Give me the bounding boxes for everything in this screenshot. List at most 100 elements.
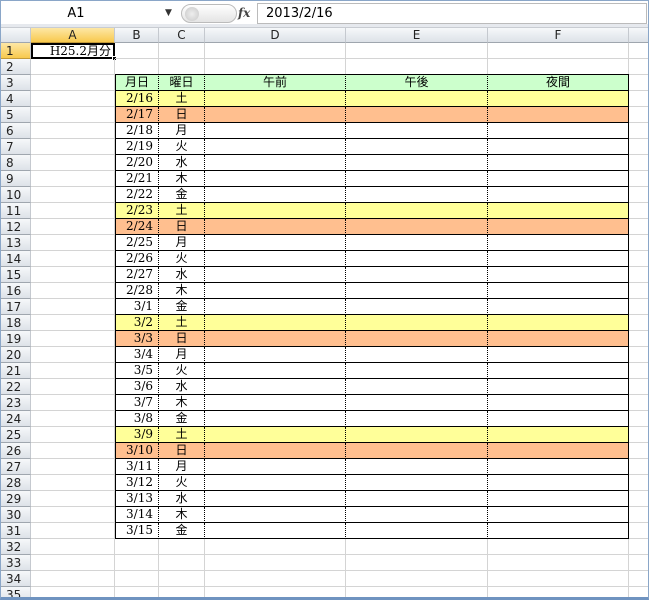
- cell[interactable]: [115, 571, 159, 587]
- afternoon-cell[interactable]: [346, 395, 488, 411]
- night-cell[interactable]: [488, 331, 629, 347]
- cell[interactable]: [629, 491, 648, 507]
- cell[interactable]: [31, 219, 115, 235]
- afternoon-cell[interactable]: [346, 315, 488, 331]
- cell[interactable]: [629, 251, 648, 267]
- cell[interactable]: [159, 59, 205, 75]
- row-header[interactable]: 17: [1, 299, 31, 315]
- row-header[interactable]: 31: [1, 523, 31, 539]
- date-cell[interactable]: 3/6: [115, 379, 159, 395]
- cell[interactable]: [159, 555, 205, 571]
- cell[interactable]: [629, 267, 648, 283]
- cell[interactable]: [31, 75, 115, 91]
- night-cell[interactable]: [488, 91, 629, 107]
- weekday-cell[interactable]: 木: [159, 395, 205, 411]
- night-cell[interactable]: [488, 235, 629, 251]
- cell[interactable]: [629, 475, 648, 491]
- night-cell[interactable]: [488, 491, 629, 507]
- cell[interactable]: [629, 315, 648, 331]
- afternoon-cell[interactable]: [346, 235, 488, 251]
- afternoon-cell[interactable]: [346, 251, 488, 267]
- column-header[interactable]: E: [346, 28, 488, 43]
- cell[interactable]: [629, 347, 648, 363]
- cell[interactable]: [629, 443, 648, 459]
- night-cell[interactable]: [488, 523, 629, 539]
- row-header[interactable]: 12: [1, 219, 31, 235]
- afternoon-cell[interactable]: [346, 475, 488, 491]
- weekday-cell[interactable]: 火: [159, 475, 205, 491]
- cell[interactable]: [31, 555, 115, 571]
- cell[interactable]: [629, 299, 648, 315]
- morning-cell[interactable]: [205, 155, 346, 171]
- morning-cell[interactable]: [205, 171, 346, 187]
- night-cell[interactable]: [488, 411, 629, 427]
- select-all-corner[interactable]: [1, 28, 31, 43]
- date-cell[interactable]: 2/25: [115, 235, 159, 251]
- afternoon-cell[interactable]: [346, 443, 488, 459]
- morning-cell[interactable]: [205, 331, 346, 347]
- table-header[interactable]: 月日: [115, 74, 159, 91]
- row-header[interactable]: 4: [1, 91, 31, 107]
- cell[interactable]: [31, 107, 115, 123]
- weekday-cell[interactable]: 水: [159, 267, 205, 283]
- afternoon-cell[interactable]: [346, 299, 488, 315]
- cell[interactable]: [31, 283, 115, 299]
- cell[interactable]: [31, 267, 115, 283]
- night-cell[interactable]: [488, 459, 629, 475]
- row-header[interactable]: 24: [1, 411, 31, 427]
- night-cell[interactable]: [488, 379, 629, 395]
- night-cell[interactable]: [488, 139, 629, 155]
- cell[interactable]: [488, 43, 629, 59]
- afternoon-cell[interactable]: [346, 123, 488, 139]
- cell[interactable]: [346, 587, 488, 597]
- cell[interactable]: [31, 459, 115, 475]
- row-header[interactable]: 22: [1, 379, 31, 395]
- cell[interactable]: [31, 539, 115, 555]
- date-cell[interactable]: 3/2: [115, 315, 159, 331]
- weekday-cell[interactable]: 土: [159, 427, 205, 443]
- cell[interactable]: [629, 235, 648, 251]
- column-header[interactable]: F: [488, 28, 629, 43]
- cell[interactable]: [115, 59, 159, 75]
- date-cell[interactable]: 3/12: [115, 475, 159, 491]
- weekday-cell[interactable]: 土: [159, 315, 205, 331]
- row-header[interactable]: 11: [1, 203, 31, 219]
- row-header[interactable]: 2: [1, 59, 31, 75]
- weekday-cell[interactable]: 金: [159, 411, 205, 427]
- night-cell[interactable]: [488, 443, 629, 459]
- afternoon-cell[interactable]: [346, 139, 488, 155]
- cell[interactable]: [31, 155, 115, 171]
- row-header[interactable]: 28: [1, 475, 31, 491]
- row-header[interactable]: 3: [1, 75, 31, 91]
- row-header[interactable]: 9: [1, 171, 31, 187]
- night-cell[interactable]: [488, 123, 629, 139]
- morning-cell[interactable]: [205, 443, 346, 459]
- cell[interactable]: [488, 587, 629, 597]
- afternoon-cell[interactable]: [346, 171, 488, 187]
- night-cell[interactable]: [488, 267, 629, 283]
- date-cell[interactable]: 3/1: [115, 299, 159, 315]
- row-header[interactable]: 13: [1, 235, 31, 251]
- cell[interactable]: [488, 59, 629, 75]
- date-cell[interactable]: 3/8: [115, 411, 159, 427]
- table-header[interactable]: 午後: [346, 74, 488, 91]
- cell[interactable]: [205, 43, 346, 59]
- night-cell[interactable]: [488, 203, 629, 219]
- table-header[interactable]: 曜日: [159, 74, 205, 91]
- column-header[interactable]: A: [31, 28, 115, 43]
- night-cell[interactable]: [488, 315, 629, 331]
- morning-cell[interactable]: [205, 475, 346, 491]
- afternoon-cell[interactable]: [346, 107, 488, 123]
- cell[interactable]: [629, 411, 648, 427]
- cell[interactable]: [31, 491, 115, 507]
- weekday-cell[interactable]: 月: [159, 123, 205, 139]
- afternoon-cell[interactable]: [346, 283, 488, 299]
- row-header[interactable]: 5: [1, 107, 31, 123]
- cell[interactable]: [629, 331, 648, 347]
- cell[interactable]: [629, 139, 648, 155]
- function-icon[interactable]: fx: [238, 4, 250, 23]
- morning-cell[interactable]: [205, 379, 346, 395]
- row-header[interactable]: 19: [1, 331, 31, 347]
- cell[interactable]: [159, 539, 205, 555]
- row-header[interactable]: 23: [1, 395, 31, 411]
